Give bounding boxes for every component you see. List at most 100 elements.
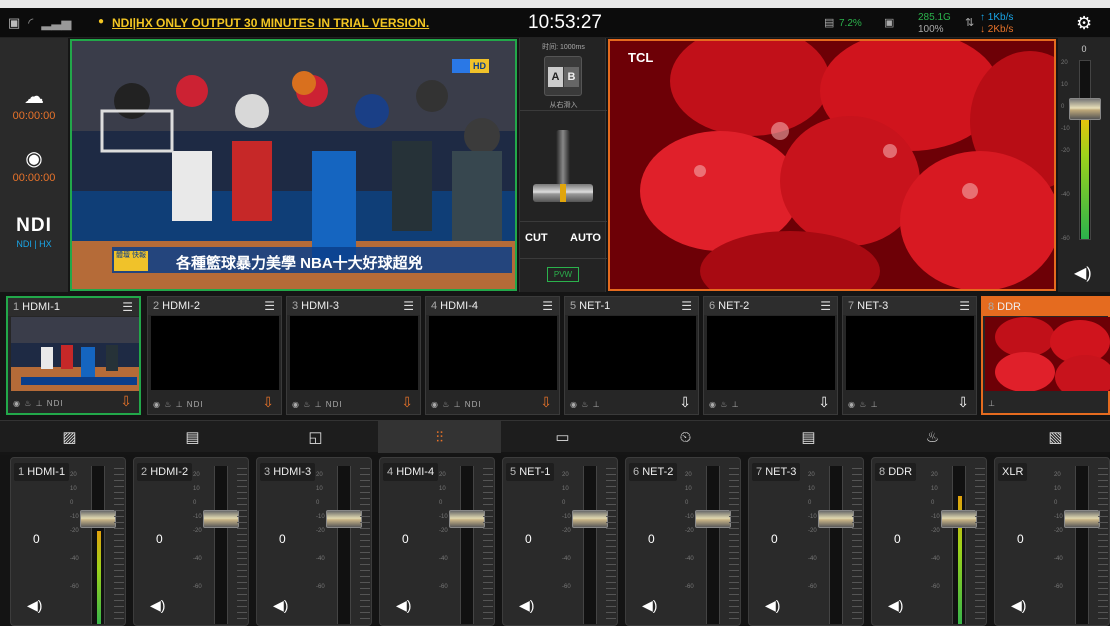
mixer-channel-net-1: 5 NET-1 0 ◀) 20 10 0 -10 -20 -40 -60 — [502, 457, 618, 626]
speaker-icon[interactable]: ◀) — [519, 597, 534, 614]
source-tile-net-2[interactable]: 6 NET-2 ☰ ◉ ♨ ⊥ ⇩ — [703, 296, 838, 415]
speaker-icon[interactable]: ◀) — [396, 597, 411, 614]
source-header: 5 NET-1 ☰ — [565, 297, 698, 315]
source-tile-net-3[interactable]: 7 NET-3 ☰ ◉ ♨ ⊥ ⇩ — [842, 296, 977, 415]
download-icon[interactable]: ⇩ — [818, 394, 830, 411]
channel-fader[interactable] — [449, 510, 485, 528]
tab-joystick[interactable]: ♨ — [871, 421, 994, 453]
scale-tick: 20 — [808, 472, 815, 478]
source-header: 1 HDMI-1 ☰ — [8, 298, 139, 316]
menu-icon[interactable]: ☰ — [681, 297, 692, 315]
source-name: HDMI-2 — [162, 300, 201, 312]
clock: 10:53:27 — [528, 12, 602, 33]
program-window[interactable]: TCL — [608, 39, 1056, 291]
scale-tick: 20 — [70, 472, 77, 478]
source-tile-hdmi-1[interactable]: 1 HDMI-1 ☰ ◉ ♨ ⊥ NDI ⇩ — [6, 296, 141, 415]
download-icon[interactable]: ⇩ — [957, 394, 969, 411]
source-tile-hdmi-2[interactable]: 2 HDMI-2 ☰ ◉ ♨ ⊥ NDI ⇩ — [147, 296, 282, 415]
channel-volume-value: 0 — [771, 532, 778, 546]
menu-icon[interactable]: ☰ — [542, 297, 553, 315]
source-tile-net-1[interactable]: 5 NET-1 ☰ ◉ ♨ ⊥ ⇩ — [564, 296, 699, 415]
channel-ticks — [852, 468, 862, 624]
scale-tick: -40 — [562, 556, 571, 562]
transition-time: 时间: 1000ms — [542, 44, 585, 51]
scale-tick: -10 — [1054, 514, 1063, 520]
pip-icon: ◱ — [308, 429, 323, 446]
scale-tick: -40 — [1054, 556, 1063, 562]
speaker-icon[interactable]: ◀) — [642, 597, 657, 614]
settings-gear-icon[interactable]: ⚙ — [1076, 13, 1092, 34]
source-tile-ddr[interactable]: 8 DDR ⊥ — [981, 296, 1110, 415]
scale-tick: 0 — [316, 500, 320, 506]
speaker-icon[interactable]: ◀) — [27, 597, 42, 614]
menu-icon[interactable]: ☰ — [820, 297, 831, 315]
channel-fader[interactable] — [203, 510, 239, 528]
source-tile-hdmi-4[interactable]: 4 HDMI-4 ☰ ◉ ♨ ⊥ NDI ⇩ — [425, 296, 560, 415]
download-icon[interactable]: ⇩ — [540, 394, 552, 411]
tab-overlay[interactable]: ▤ — [131, 421, 254, 453]
channel-volume-value: 0 — [648, 532, 655, 546]
tab-audio-mixer[interactable]: ⫶⫶ — [378, 421, 501, 453]
source-name: HDMI-1 — [22, 301, 61, 313]
tab-image[interactable]: ▨ — [8, 421, 131, 453]
divider — [520, 110, 607, 111]
source-tile-hdmi-3[interactable]: 3 HDMI-3 ☰ ◉ ♨ ⊥ NDI ⇩ — [286, 296, 421, 415]
pvw-button[interactable]: PVW — [547, 267, 579, 282]
menu-icon[interactable]: ☰ — [264, 297, 275, 315]
source-header: 3 HDMI-3 ☰ — [287, 297, 420, 315]
master-speaker-icon[interactable]: ◀) — [1074, 263, 1092, 283]
scale-tick: 0 — [685, 500, 689, 506]
stream-button[interactable]: ☁ 00:00:00 — [0, 86, 68, 122]
channel-volume-value: 0 — [1017, 532, 1024, 546]
tab-pip[interactable]: ◱ — [254, 421, 377, 453]
channel-fader[interactable] — [572, 510, 608, 528]
menu-icon[interactable]: ☰ — [403, 297, 414, 315]
download-icon[interactable]: ⇩ — [679, 394, 691, 411]
scale-tick: 10 — [808, 486, 815, 492]
download-icon[interactable]: ⇩ — [120, 393, 132, 410]
cut-button[interactable]: CUT — [525, 232, 548, 244]
channel-fader[interactable] — [1064, 510, 1100, 528]
speaker-icon[interactable]: ◀) — [765, 597, 780, 614]
tab-media[interactable]: ▭ — [501, 421, 624, 453]
master-fader[interactable] — [1069, 98, 1101, 120]
speaker-icon[interactable]: ◀) — [273, 597, 288, 614]
menu-icon[interactable]: ☰ — [959, 297, 970, 315]
menu-icon[interactable]: ☰ — [122, 298, 133, 316]
tab-subtitle[interactable]: ▧ — [994, 421, 1110, 453]
ndi-button[interactable]: NDI NDI | HX — [0, 215, 68, 249]
record-button[interactable]: ◉ 00:00:00 — [0, 148, 68, 184]
channel-scale: 20 10 0 -10 -20 -40 -60 — [316, 472, 332, 622]
divider — [520, 258, 607, 259]
transition-effect-button[interactable]: A B — [544, 56, 582, 96]
scale-tick: -20 — [439, 528, 448, 534]
master-meter-track — [1079, 60, 1091, 240]
channel-fader[interactable] — [941, 510, 977, 528]
tab-notes[interactable]: ▤ — [747, 421, 870, 453]
download-icon[interactable]: ⇩ — [401, 394, 413, 411]
scale-tick: -20 — [931, 528, 940, 534]
channel-ticks — [729, 468, 739, 624]
download-icon[interactable]: ⇩ — [262, 394, 274, 411]
channel-meter-track — [326, 466, 362, 624]
trial-warning[interactable]: NDI|HX ONLY OUTPUT 30 MINUTES IN TRIAL V… — [112, 16, 429, 30]
scale-tick: -10 — [808, 514, 817, 520]
tab-timer[interactable]: ⏲ — [624, 421, 747, 453]
speaker-icon[interactable]: ◀) — [1011, 597, 1026, 614]
preview-window[interactable]: 體壇 快報 各種籃球暴力美學 NBA十大好球超兇 HD — [70, 39, 517, 291]
speaker-icon[interactable]: ◀) — [888, 597, 903, 614]
mixer-channel-hdmi-3: 3 HDMI-3 0 ◀) 20 10 0 -10 -20 -40 -60 — [256, 457, 372, 626]
tbar-handle[interactable] — [533, 184, 593, 202]
scale-tick: 10 — [193, 486, 200, 492]
scale-tick: -10 — [193, 514, 202, 520]
hd-badge: HD — [470, 59, 489, 73]
mixer-channel-hdmi-4: 4 HDMI-4 0 ◀) 20 10 0 -10 -20 -40 -60 — [379, 457, 495, 626]
channel-fader[interactable] — [695, 510, 731, 528]
channel-ticks — [237, 468, 247, 624]
auto-button[interactable]: AUTO — [570, 232, 601, 244]
speaker-icon[interactable]: ◀) — [150, 597, 165, 614]
scale-tick: 0 — [931, 500, 935, 506]
channel-fader[interactable] — [80, 510, 116, 528]
channel-fader[interactable] — [818, 510, 854, 528]
channel-fader[interactable] — [326, 510, 362, 528]
